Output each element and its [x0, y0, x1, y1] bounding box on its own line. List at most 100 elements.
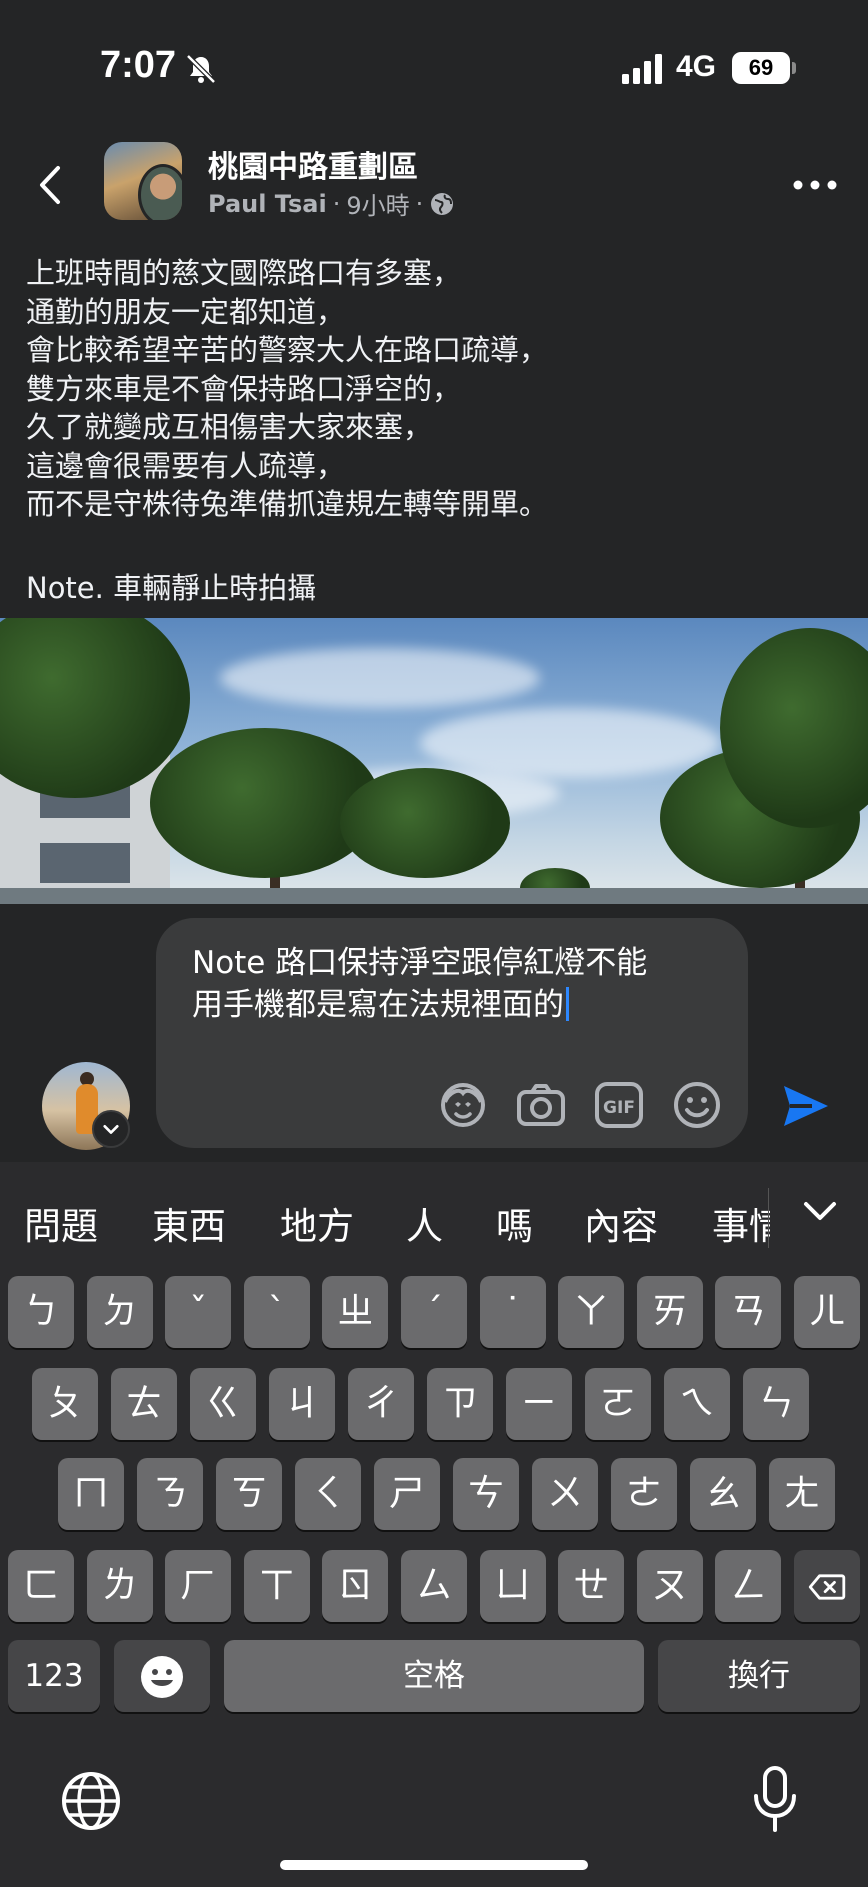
key-row1-0[interactable]: ㄅ — [8, 1276, 74, 1348]
expand-suggestions-icon[interactable] — [800, 1196, 840, 1226]
post-line: 而不是守株待兔準備抓違規左轉等開單。 — [26, 487, 549, 521]
key-row2-0[interactable]: ㄆ — [32, 1368, 98, 1440]
key-row2-5[interactable]: ㄗ — [427, 1368, 493, 1440]
battery-indicator: 69 — [732, 52, 790, 84]
key-row2-6[interactable]: ㄧ — [506, 1368, 572, 1440]
numbers-key[interactable]: 123 — [8, 1640, 100, 1712]
key-row2-4[interactable]: ㄔ — [348, 1368, 414, 1440]
delete-key[interactable] — [794, 1550, 860, 1622]
key-row2-2[interactable]: ㄍ — [190, 1368, 256, 1440]
group-name[interactable]: 桃園中路重劃區 — [208, 142, 418, 186]
key-row4-7[interactable]: ㄝ — [558, 1550, 625, 1622]
globe-icon[interactable] — [60, 1770, 122, 1832]
space-key[interactable]: 空格 — [224, 1640, 644, 1712]
suggestion-item[interactable]: 嗎 — [496, 1196, 533, 1250]
suggestion-bar: 問題 東西 地方 人 嗎 內容 事情 — [0, 1162, 868, 1274]
key-row3-5[interactable]: ㄘ — [453, 1458, 519, 1530]
key-row1-8[interactable]: ㄞ — [636, 1276, 703, 1348]
key-row1-1[interactable]: ㄉ — [86, 1276, 153, 1348]
public-globe-icon — [431, 192, 454, 215]
key-row2-7[interactable]: ㄛ — [585, 1368, 651, 1440]
avatar-sticker-icon[interactable] — [436, 1078, 490, 1132]
chevron-down-icon[interactable] — [92, 1110, 130, 1148]
meta-separator: · — [415, 189, 424, 218]
key-row1-4[interactable]: ㄓ — [322, 1276, 389, 1348]
key-row4-3[interactable]: ㄒ — [243, 1550, 310, 1622]
key-row3-0[interactable]: ㄇ — [58, 1458, 124, 1530]
post-line: 通勤的朋友一定都知道， — [26, 294, 346, 329]
suggestion-divider — [768, 1188, 769, 1248]
key-row3-8[interactable]: ㄠ — [690, 1458, 756, 1530]
key-row2-9[interactable]: ㄣ — [743, 1368, 809, 1440]
emoji-key[interactable] — [114, 1640, 210, 1712]
group-avatar[interactable] — [104, 142, 182, 220]
suggestion-item[interactable]: 人 — [406, 1196, 443, 1250]
key-row4-8[interactable]: ㄡ — [636, 1550, 703, 1622]
key-row3-2[interactable]: ㄎ — [216, 1458, 282, 1530]
comment-line: Note 路口保持淨空跟停紅燈不能 — [192, 945, 648, 981]
home-indicator — [280, 1860, 588, 1870]
silent-bell-icon — [186, 54, 216, 84]
gif-icon[interactable]: GIF — [592, 1078, 646, 1132]
key-row4-6[interactable]: ㄩ — [479, 1550, 546, 1622]
key-row1-5[interactable]: ˊ — [401, 1276, 467, 1348]
meta-separator: · — [332, 189, 341, 218]
post-line: 雙方來車是不會保持路口淨空的， — [26, 371, 462, 406]
key-row2-8[interactable]: ㄟ — [664, 1368, 730, 1440]
post-line: 久了就變成互相傷害大家來塞， — [26, 410, 433, 444]
post-body: 上班時間的慈文國際路口有多塞， 通勤的朋友一定都知道， 會比較希望辛苦的警察大人… — [26, 254, 846, 524]
suggestion-item[interactable]: 內容 — [584, 1196, 658, 1250]
camera-icon[interactable] — [514, 1078, 568, 1132]
post-photo[interactable] — [0, 618, 868, 904]
post-line: 上班時間的慈文國際路口有多塞， — [26, 256, 462, 290]
key-row1-9[interactable]: ㄢ — [715, 1276, 782, 1348]
key-row3-9[interactable]: ㄤ — [769, 1458, 835, 1530]
suggestion-item[interactable]: 東西 — [152, 1196, 226, 1250]
battery-tip — [792, 62, 796, 74]
more-options-icon[interactable] — [790, 170, 840, 200]
suggestion-item[interactable]: 事情 — [712, 1196, 770, 1250]
key-row1-2[interactable]: ˇ — [165, 1276, 232, 1348]
key-row3-7[interactable]: ㄜ — [611, 1458, 677, 1530]
keyboard: 問題 東西 地方 人 嗎 內容 事情 ㄅㄉ ˇ ˋ ㄓ ˊ ˙ ㄚㄞㄢㄦㄆㄊㄍㄐㄔㄗㄧㄛㄟㄣ… — [0, 1162, 868, 1887]
microphone-icon[interactable] — [752, 1766, 798, 1834]
key-row1-6[interactable]: ˙ — [479, 1276, 546, 1348]
key-row4-9[interactable]: ㄥ — [715, 1550, 782, 1622]
return-key[interactable]: 換行 — [658, 1640, 860, 1712]
key-row2-1[interactable]: ㄊ — [111, 1368, 177, 1440]
key-row4-2[interactable]: ㄏ — [165, 1550, 232, 1622]
key-row1-10[interactable]: ㄦ — [794, 1276, 860, 1348]
key-row3-1[interactable]: ㄋ — [137, 1458, 203, 1530]
emoji-icon[interactable] — [670, 1078, 724, 1132]
svg-text:GIF: GIF — [603, 1098, 635, 1118]
comment-line: 用手機都是寫在法規裡面的 — [192, 987, 564, 1023]
key-row3-3[interactable]: ㄑ — [295, 1458, 361, 1530]
post-line: 會比較希望辛苦的警察大人在路口疏導， — [26, 333, 549, 367]
key-row2-3[interactable]: ㄐ — [269, 1368, 335, 1440]
backspace-icon — [808, 1574, 846, 1600]
back-arrow-icon[interactable] — [30, 160, 70, 210]
suggestion-item[interactable]: 問題 — [24, 1196, 98, 1250]
network-type: 4G — [676, 50, 717, 83]
key-row3-4[interactable]: ㄕ — [374, 1458, 440, 1530]
author-avatar — [138, 164, 182, 220]
post-time[interactable]: 9小時 — [346, 186, 409, 221]
status-time: 7:07 — [100, 44, 177, 86]
key-row1-7[interactable]: ㄚ — [558, 1276, 625, 1348]
post-note: Note. 車輛靜止時拍攝 — [26, 571, 317, 605]
key-row4-4[interactable]: ㄖ — [322, 1550, 389, 1622]
key-row1-3[interactable]: ˋ — [243, 1276, 310, 1348]
author-name[interactable]: Paul Tsai — [208, 190, 327, 218]
send-icon[interactable] — [780, 1080, 832, 1132]
key-row3-6[interactable]: ㄨ — [532, 1458, 598, 1530]
status-bar: 7:07 4G 69 — [0, 0, 868, 120]
key-row4-1[interactable]: ㄌ — [86, 1550, 153, 1622]
key-row4-0[interactable]: ㄈ — [8, 1550, 74, 1622]
post-line: 這邊會很需要有人疏導， — [26, 448, 346, 483]
comment-text[interactable]: Note 路口保持淨空跟停紅燈不能 用手機都是寫在法規裡面的 — [192, 942, 712, 1026]
emoji-keyboard-icon — [141, 1656, 183, 1698]
key-row4-5[interactable]: ㄙ — [401, 1550, 467, 1622]
text-caret — [566, 987, 569, 1021]
post-meta: Paul Tsai · 9小時 · — [208, 186, 455, 221]
suggestion-item[interactable]: 地方 — [280, 1196, 354, 1250]
